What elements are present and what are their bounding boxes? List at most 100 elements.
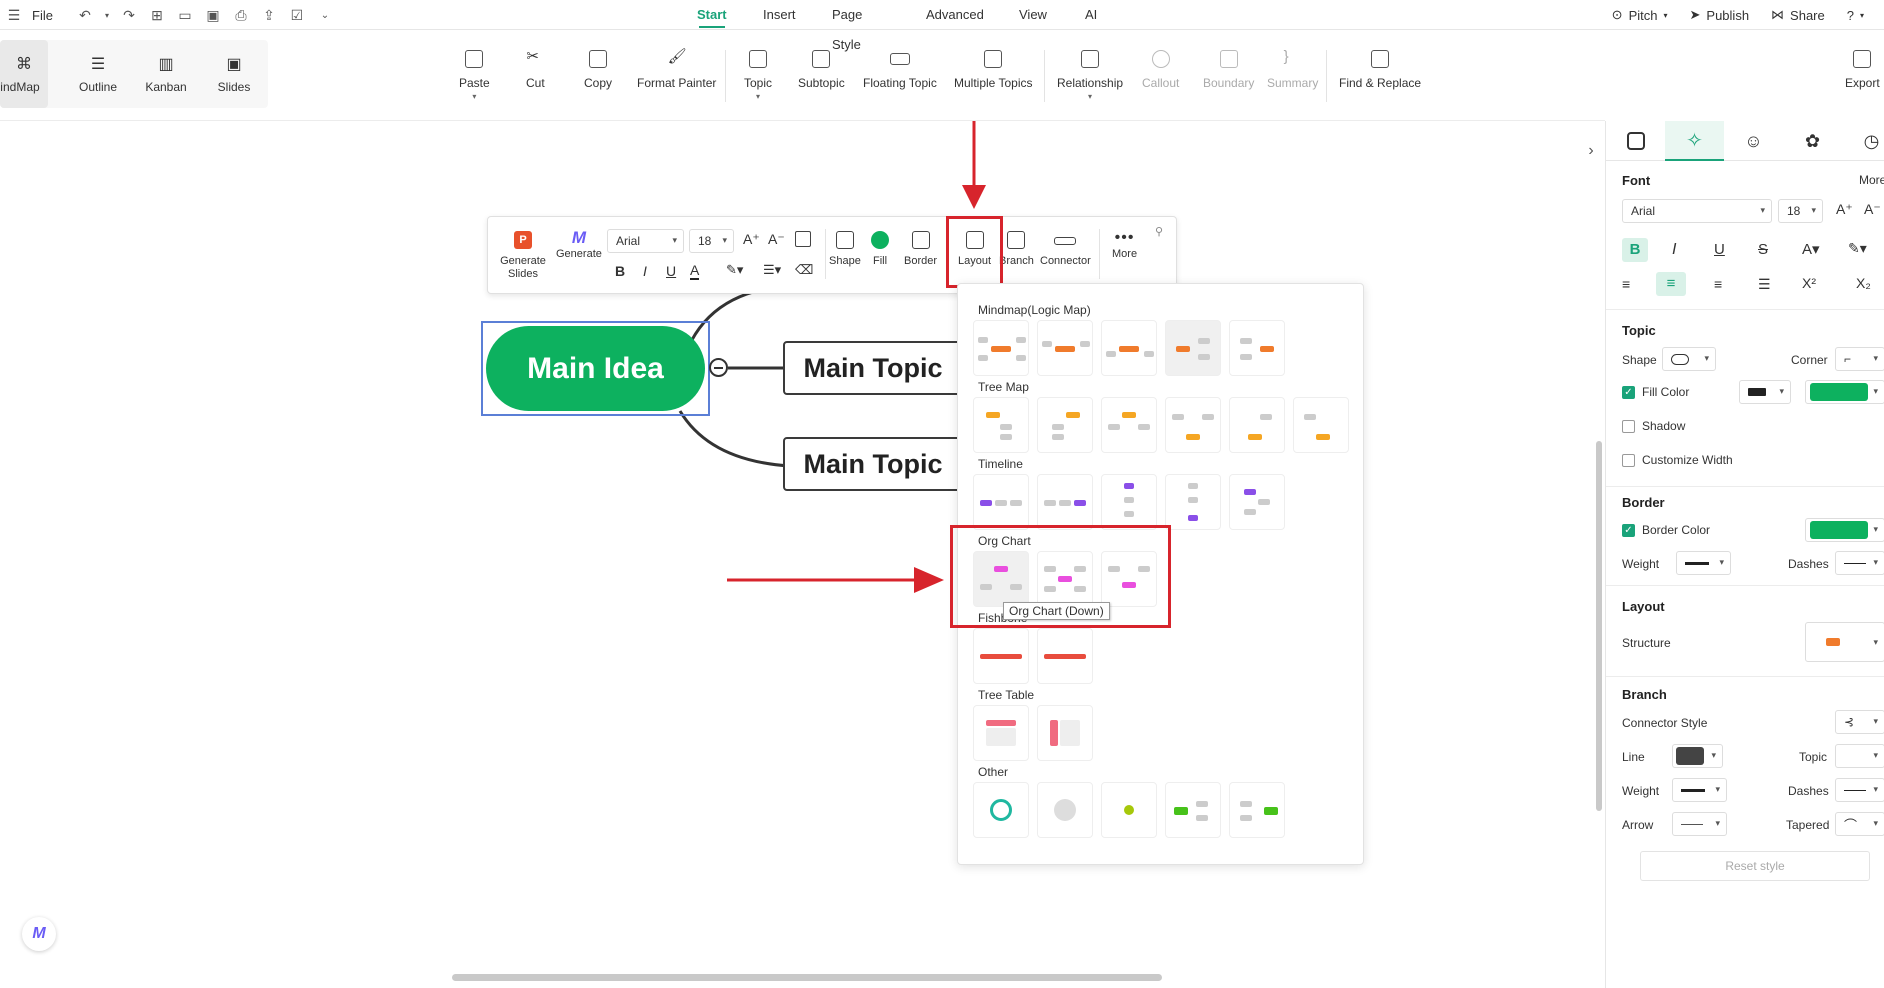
layout-tree-down[interactable] bbox=[1165, 397, 1221, 453]
border-weight-select[interactable]: ▾ bbox=[1676, 551, 1731, 575]
layout-timeline-horizontal[interactable] bbox=[973, 474, 1029, 530]
tab-history[interactable]: ◷ bbox=[1842, 121, 1884, 161]
tab-ai-style[interactable]: ✧ bbox=[1665, 121, 1724, 161]
new-icon[interactable]: ⊞ bbox=[147, 5, 167, 25]
relationship-button[interactable]: Relationship ▾ bbox=[1057, 50, 1123, 101]
corner-select[interactable]: ⌐ ▾ bbox=[1835, 347, 1884, 371]
line-color-select[interactable]: ▾ bbox=[1672, 744, 1723, 768]
layout-timeline-horizontal-2[interactable] bbox=[1037, 474, 1093, 530]
view-outline[interactable]: ☰ Outline bbox=[64, 40, 132, 108]
find-replace-button[interactable]: Find & Replace bbox=[1339, 50, 1421, 90]
topic-button[interactable]: Topic ▾ bbox=[744, 50, 772, 101]
summary-button[interactable]: } Summary bbox=[1267, 49, 1318, 90]
panel-italic-button[interactable]: I bbox=[1672, 241, 1676, 259]
share-button[interactable]: ⋈ Share bbox=[1771, 7, 1825, 23]
tab-theme[interactable]: ✿ bbox=[1783, 121, 1842, 161]
generate-slides-button[interactable]: P Generate Slides bbox=[498, 231, 548, 281]
align-right-icon[interactable]: ≡ bbox=[1714, 276, 1722, 292]
font-family-select[interactable]: Arial ▾ bbox=[607, 229, 684, 253]
layout-tree-up-right[interactable] bbox=[1229, 397, 1285, 453]
save-icon[interactable]: ▣ bbox=[203, 5, 223, 25]
panel-decrease-font-icon[interactable]: A⁻ bbox=[1864, 201, 1881, 218]
multiple-topics-button[interactable]: Multiple Topics bbox=[954, 50, 1032, 90]
paste-button[interactable]: Paste ▾ bbox=[459, 50, 490, 101]
layout-tree-table-2[interactable] bbox=[1037, 705, 1093, 761]
shadow-checkbox[interactable] bbox=[1622, 420, 1635, 433]
export-button[interactable]: Export bbox=[1845, 50, 1880, 90]
branch-weight-select[interactable]: ▾ bbox=[1672, 778, 1727, 802]
structure-select[interactable]: ▾ bbox=[1805, 622, 1884, 662]
shape-select[interactable]: ▾ bbox=[1662, 347, 1716, 371]
font-more-link[interactable]: More bbox=[1859, 173, 1884, 187]
layout-other-green-left[interactable] bbox=[1229, 782, 1285, 838]
bold-button[interactable]: B bbox=[615, 263, 625, 279]
panel-bold-button[interactable]: B bbox=[1622, 238, 1648, 262]
layout-tree-up-left[interactable] bbox=[1293, 397, 1349, 453]
copy-button[interactable]: Copy bbox=[584, 50, 612, 90]
branch-dashes-select[interactable]: ▾ bbox=[1835, 778, 1884, 802]
floating-topic-button[interactable]: Floating Topic bbox=[863, 50, 937, 90]
tab-icons[interactable]: ☺ bbox=[1724, 121, 1783, 161]
align-left-icon[interactable]: ≡ bbox=[1622, 276, 1630, 292]
more-button[interactable]: ••• More bbox=[1112, 230, 1137, 261]
open-icon[interactable]: ▭ bbox=[175, 5, 195, 25]
customize-toolbar-icon[interactable]: ⌄ bbox=[315, 5, 335, 25]
layout-logic-right[interactable] bbox=[1165, 320, 1221, 376]
layout-tree-table-1[interactable] bbox=[973, 705, 1029, 761]
tab-start[interactable]: Start bbox=[697, 0, 727, 30]
layout-tree-both[interactable] bbox=[1101, 397, 1157, 453]
underline-button[interactable]: U bbox=[666, 263, 676, 279]
undo-icon[interactable]: ↶ bbox=[75, 5, 95, 25]
layout-tree-left[interactable] bbox=[1037, 397, 1093, 453]
cut-button[interactable]: ✂ Cut bbox=[526, 49, 545, 90]
fill-color-checkbox[interactable]: ✓ bbox=[1622, 386, 1635, 399]
layout-other-bubble[interactable] bbox=[1037, 782, 1093, 838]
list-icon[interactable]: ☰▾ bbox=[763, 262, 781, 278]
pitch-button[interactable]: ⊙ Pitch ▾ bbox=[1612, 7, 1668, 23]
decrease-font-icon[interactable]: A⁻ bbox=[768, 231, 785, 248]
layout-other-green-right[interactable] bbox=[1165, 782, 1221, 838]
tab-ai[interactable]: AI bbox=[1085, 0, 1097, 30]
fill-color-select[interactable]: ▾ bbox=[1805, 380, 1884, 404]
tab-view[interactable]: View bbox=[1019, 0, 1047, 30]
layout-mindmap-up[interactable] bbox=[1037, 320, 1093, 376]
layout-mindmap-down[interactable] bbox=[1101, 320, 1157, 376]
panel-underline-button[interactable]: U bbox=[1714, 241, 1725, 258]
layout-fishbone-left[interactable] bbox=[973, 628, 1029, 684]
reset-style-button[interactable]: Reset style bbox=[1640, 851, 1870, 881]
tab-advanced[interactable]: Advanced bbox=[926, 0, 984, 30]
fill-pattern-select[interactable]: ▾ bbox=[1739, 380, 1791, 404]
layout-timeline-zigzag[interactable] bbox=[1229, 474, 1285, 530]
view-mindmap[interactable]: ⌘ MindMap bbox=[0, 40, 48, 108]
checklist-icon[interactable]: ☑ bbox=[287, 5, 307, 25]
layout-timeline-vertical-2[interactable] bbox=[1165, 474, 1221, 530]
shape-button[interactable]: Shape bbox=[829, 231, 861, 268]
arrow-select[interactable]: ▾ bbox=[1672, 812, 1727, 836]
justify-icon[interactable]: ☰ bbox=[1758, 276, 1771, 293]
text-format-icon[interactable] bbox=[795, 231, 811, 247]
fill-button[interactable]: Fill bbox=[871, 231, 889, 268]
superscript-icon[interactable]: X² bbox=[1802, 275, 1816, 291]
clear-format-icon[interactable]: ⌫ bbox=[795, 262, 813, 278]
border-color-checkbox[interactable]: ✓ bbox=[1622, 524, 1635, 537]
branch-button[interactable]: Branch bbox=[999, 231, 1034, 268]
customize-width-checkbox[interactable] bbox=[1622, 454, 1635, 467]
print-icon[interactable]: ⎙ bbox=[231, 5, 251, 25]
tapered-select[interactable]: ⌒ ▾ bbox=[1835, 812, 1884, 836]
layout-fishbone-right[interactable] bbox=[1037, 628, 1093, 684]
panel-increase-font-icon[interactable]: A⁺ bbox=[1836, 201, 1853, 218]
layout-logic-left[interactable] bbox=[1229, 320, 1285, 376]
tab-page-style[interactable]: Page Style bbox=[832, 0, 862, 52]
panel-font-select[interactable]: Arial ▾ bbox=[1622, 199, 1772, 223]
font-color-button[interactable]: A bbox=[690, 262, 700, 280]
panel-size-select[interactable]: 18 ▾ bbox=[1778, 199, 1823, 223]
subscript-icon[interactable]: X₂ bbox=[1856, 275, 1871, 291]
layout-other-circle[interactable] bbox=[973, 782, 1029, 838]
align-center-icon[interactable]: ≡ bbox=[1656, 272, 1686, 296]
layout-timeline-vertical[interactable] bbox=[1101, 474, 1157, 530]
highlight-icon[interactable]: ✎▾ bbox=[726, 262, 743, 278]
view-kanban[interactable]: ▥ Kanban bbox=[132, 40, 200, 108]
connector-style-select[interactable]: ⊰ ▾ bbox=[1835, 710, 1884, 734]
topic-line-select[interactable]: ▾ bbox=[1835, 744, 1884, 768]
generate-button[interactable]: M Generate bbox=[556, 229, 602, 261]
